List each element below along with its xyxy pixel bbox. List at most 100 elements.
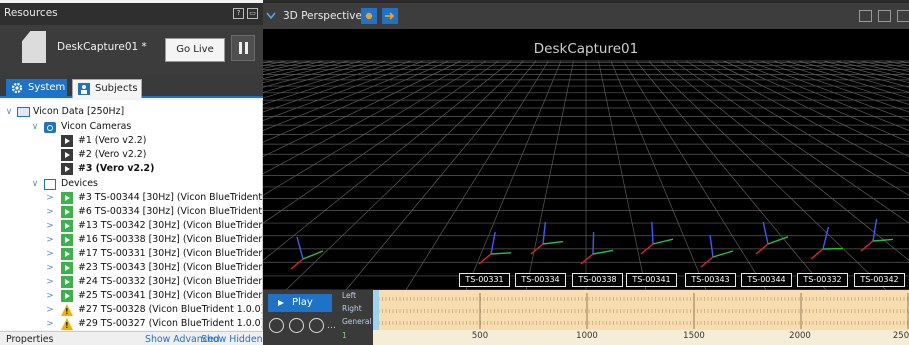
tree-label: Vicon Data [250Hz]: [33, 106, 125, 117]
tree-label: #27 TS-00328 (Vicon BlueTrident 1.0.0): [78, 304, 263, 315]
pause-icon: [239, 42, 242, 54]
camera-play-icon: [61, 149, 73, 161]
tree-item-camera[interactable]: #1 (Vero v2.2): [0, 134, 262, 148]
power-icon[interactable]: [289, 318, 304, 333]
tree-item-device[interactable]: > #27 TS-00328 (Vicon BlueTrident 1.0.0): [0, 303, 263, 319]
timeline-axis: [373, 330, 909, 345]
tree-item-vicon-cameras[interactable]: ∨ Vicon Cameras: [0, 120, 262, 134]
pause-button[interactable]: [231, 35, 255, 61]
device-live-icon: [61, 192, 73, 204]
chevron-right-icon[interactable]: >: [45, 191, 55, 205]
chevron-right-icon[interactable]: >: [45, 219, 55, 233]
view-header: 3D Perspective: [263, 3, 909, 29]
device-axis-triad: [530, 221, 564, 255]
sync-view-button[interactable]: [382, 8, 398, 24]
properties-bar: Properties Show Advanced Show Hidden: [0, 331, 263, 345]
device-tag: TS-00334: [515, 273, 566, 287]
chevron-right-icon[interactable]: >: [45, 261, 55, 275]
tree-item-device[interactable]: > #17 TS-00331 [30Hz] (Vicon BlueTrident…: [0, 247, 262, 261]
camera-play-icon: [61, 163, 73, 175]
tree-item-device[interactable]: > #3 TS-00344 [30Hz] (Vicon BlueTrident …: [0, 191, 262, 205]
device-axis-triad: [860, 218, 894, 252]
go-live-button[interactable]: Go Live: [165, 38, 225, 62]
tree-item-device[interactable]: > #25 TS-00341 [30Hz] (Vicon BlueTrident…: [0, 289, 263, 303]
tree-item-camera[interactable]: #2 (Vero v2.2): [0, 148, 262, 162]
loop-icon[interactable]: [269, 318, 284, 333]
tree-label: #25 TS-00341 [30Hz] (Vicon BlueTrident .…: [78, 290, 263, 301]
refresh-icon[interactable]: [309, 318, 324, 333]
tree-item-device[interactable]: > #23 TS-00343 [30Hz] (Vicon BlueTrident…: [0, 261, 262, 275]
tree-label: #1 (Vero v2.2): [78, 135, 147, 146]
view-title: 3D Perspective: [283, 10, 362, 22]
chevron-right-icon[interactable]: >: [45, 317, 55, 330]
split-pane-icon[interactable]: [878, 10, 891, 22]
show-hidden-link[interactable]: Show Hidden: [201, 334, 263, 345]
chevron-right-icon[interactable]: >: [45, 275, 55, 289]
camera-play-icon: [61, 135, 73, 147]
device-live-icon: [61, 220, 73, 232]
track-general-label: General: [342, 317, 372, 326]
more-icon[interactable]: …: [327, 321, 336, 331]
system-tree: ∨ Vicon Data [250Hz] ∨ Vicon Cameras #1 …: [0, 100, 263, 330]
chevron-right-icon[interactable]: >: [45, 205, 55, 219]
tree-item-device[interactable]: > #6 TS-00334 [30Hz] (Vicon BlueTrident …: [0, 205, 263, 219]
chevron-down-icon[interactable]: ∨: [4, 105, 14, 119]
tree-label: #6 TS-00334 [30Hz] (Vicon BlueTrident 1.…: [78, 206, 263, 217]
chevron-right-icon[interactable]: >: [45, 303, 55, 317]
tree-item-device[interactable]: > #13 TS-00342 [30Hz] (Vicon BlueTrident…: [0, 219, 263, 233]
chevron-down-icon[interactable]: ∨: [30, 177, 40, 191]
current-frame: 1: [342, 331, 347, 340]
tree-item-vicon-data[interactable]: ∨ Vicon Data [250Hz]: [0, 105, 262, 119]
tree-label: #2 (Vero v2.2): [78, 149, 147, 160]
tab-subjects[interactable]: Subjects: [72, 79, 142, 98]
timeline-tick-label: 2000: [789, 331, 811, 341]
device-live-icon: [61, 262, 73, 274]
tree-item-camera-selected[interactable]: #3 (Vero v2.2): [0, 162, 262, 176]
timeline-tick-label: 250: [892, 331, 909, 341]
help-icon[interactable]: ?: [233, 8, 244, 19]
chevron-down-icon[interactable]: ∨: [30, 120, 40, 134]
track-right-label: Right: [342, 304, 362, 313]
file-icon: [22, 31, 46, 63]
tree-item-device[interactable]: > #24 TS-00332 [30Hz] (Vicon BlueTrident…: [0, 275, 263, 289]
tree-item-devices[interactable]: ∨ Devices: [0, 177, 262, 191]
chevron-right-icon[interactable]: >: [45, 289, 55, 303]
chevron-right-icon[interactable]: >: [45, 233, 55, 247]
timeline-tick-label: 1500: [683, 331, 705, 341]
warning-icon: [61, 304, 73, 319]
tab-subjects-label: Subjects: [95, 83, 138, 94]
device-axis-triad: [290, 236, 324, 270]
device-axis-triad: [580, 231, 614, 265]
device-tag: TS-00344: [741, 273, 792, 287]
device-axis-triad: [478, 231, 512, 265]
timeline-track[interactable]: 500 1000 1500 2000 250: [373, 290, 909, 345]
float-panel-icon[interactable]: ▭: [247, 8, 258, 19]
camera-view-button[interactable]: [361, 8, 377, 24]
tree-label: Devices: [61, 178, 98, 189]
tree-label: #16 TS-00338 [30Hz] (Vicon BlueTrident .…: [78, 234, 263, 245]
close-pane-icon[interactable]: [897, 10, 909, 22]
tree-item-device[interactable]: > #16 TS-00338 [30Hz] (Vicon BlueTrident…: [0, 233, 263, 247]
view-menu-chevron-icon[interactable]: [266, 12, 276, 20]
device-axis-triad: [700, 234, 734, 268]
single-pane-icon[interactable]: [859, 10, 872, 22]
play-button[interactable]: Play: [268, 294, 332, 312]
tree-label: #24 TS-00332 [30Hz] (Vicon BlueTrident .…: [78, 276, 263, 287]
tab-system[interactable]: System: [6, 79, 67, 98]
chevron-right-icon[interactable]: >: [45, 247, 55, 261]
tree-item-device[interactable]: > #29 TS-00327 (Vicon BlueTrident 1.0.0): [0, 317, 262, 330]
devices-icon: [44, 179, 56, 190]
subjects-icon: [78, 83, 90, 95]
device-tag: TS-00332: [797, 273, 848, 287]
track-left-label: Left: [342, 291, 357, 300]
camera-group-icon: [44, 122, 56, 133]
3d-viewport[interactable]: DeskCapture01 TS-00331 TS-00334 TS-00338 TS…: [263, 29, 909, 290]
device-axes: [290, 218, 894, 270]
tree-label: #13 TS-00342 [30Hz] (Vicon BlueTrident .…: [78, 220, 263, 231]
device-live-icon: [61, 206, 73, 218]
timeline-tick-label: 500: [471, 331, 489, 341]
device-live-icon: [61, 248, 73, 260]
tree-label: #3 (Vero v2.2): [78, 163, 155, 174]
device-live-icon: [61, 234, 73, 246]
arrow-in-icon: [385, 12, 395, 20]
